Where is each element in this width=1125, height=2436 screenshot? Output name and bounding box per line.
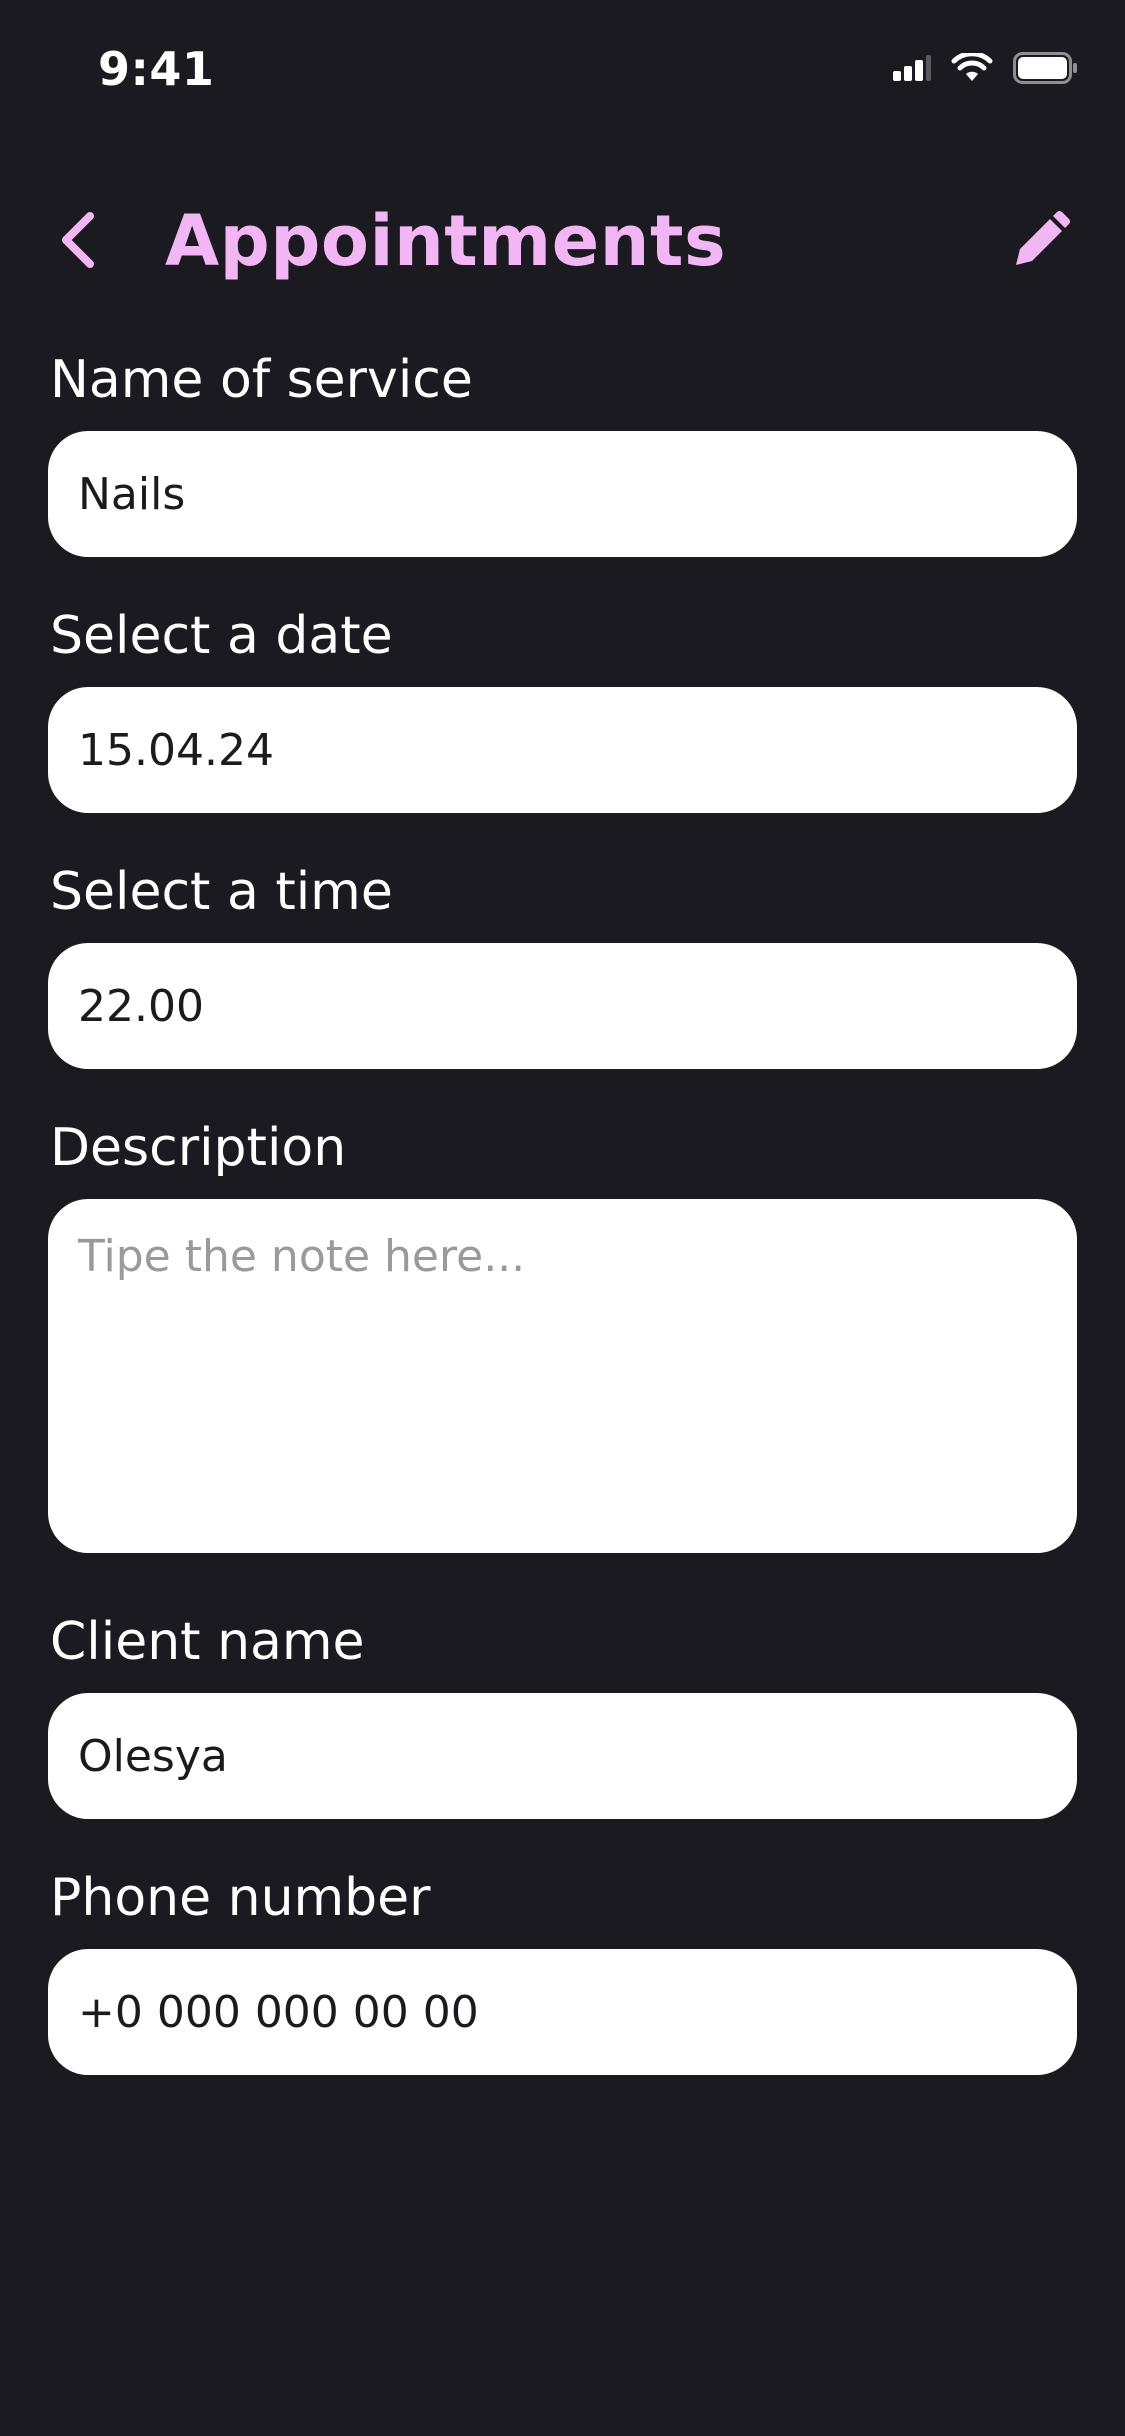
service-input[interactable] [48, 431, 1077, 557]
status-icons [893, 51, 1077, 88]
edit-button[interactable] [1009, 210, 1073, 274]
client-group: Client name [48, 1607, 1077, 1819]
time-label: Select a time [50, 862, 393, 922]
status-time: 9:41 [98, 42, 215, 96]
description-label: Description [50, 1118, 347, 1178]
nav-header: Appointments [0, 190, 1125, 290]
chevron-left-icon [58, 210, 98, 274]
status-bar: 9:41 [0, 0, 1125, 140]
battery-icon [1013, 52, 1077, 88]
date-label: Select a date [50, 606, 393, 666]
description-group: Description [48, 1113, 1077, 1553]
pencil-icon [1012, 211, 1070, 273]
date-input[interactable] [48, 687, 1077, 813]
client-name-input[interactable] [48, 1693, 1077, 1819]
back-button[interactable] [48, 210, 108, 274]
phone-input[interactable] [48, 1949, 1077, 2075]
wifi-icon [951, 51, 993, 87]
service-group: Name of service [48, 345, 1077, 557]
phone-group: Phone number [48, 1863, 1077, 2075]
service-label: Name of service [50, 350, 473, 410]
time-input[interactable] [48, 943, 1077, 1069]
time-group: Select a time [48, 857, 1077, 1069]
page-title: Appointments [165, 200, 727, 282]
client-label: Client name [50, 1612, 365, 1672]
description-textarea[interactable] [48, 1199, 1077, 1553]
appointment-form: Name of service Select a date Select a t… [48, 345, 1077, 2119]
phone-label: Phone number [50, 1868, 431, 1928]
date-group: Select a date [48, 601, 1077, 813]
cellular-signal-icon [893, 55, 931, 85]
